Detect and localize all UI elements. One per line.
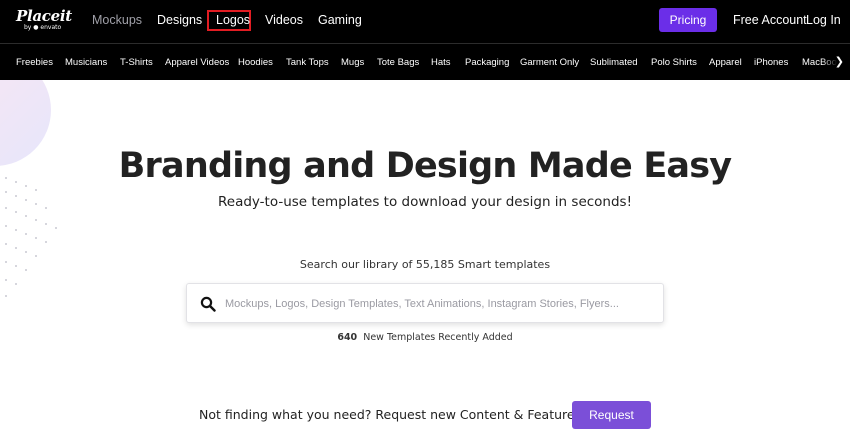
- nav-designs[interactable]: Designs: [157, 13, 202, 27]
- top-navigation: Placeit by ● envato Mockups Designs Logo…: [0, 0, 850, 43]
- nav-videos[interactable]: Videos: [265, 13, 303, 27]
- category-item[interactable]: iPhones: [754, 57, 788, 68]
- placeit-logo[interactable]: Placeit by ● envato: [16, 8, 72, 32]
- chevron-right-icon[interactable]: ❯: [835, 55, 844, 68]
- category-item[interactable]: Polo Shirts: [651, 57, 697, 68]
- nav-gaming[interactable]: Gaming: [318, 13, 362, 27]
- recently-added-text: 640 New Templates Recently Added: [0, 332, 850, 343]
- category-item[interactable]: Packaging: [465, 57, 509, 68]
- category-bar: Freebies Musicians T-Shirts Apparel Vide…: [0, 43, 850, 80]
- hero-title: Branding and Design Made Easy: [118, 146, 732, 186]
- search-input[interactable]: [225, 294, 655, 314]
- hero-subtitle: Ready-to-use templates to download your …: [218, 194, 632, 210]
- request-prompt: Not finding what you need? Request new C…: [199, 407, 582, 422]
- category-item[interactable]: Garment Only: [520, 57, 579, 68]
- search-icon[interactable]: [200, 296, 216, 312]
- category-item[interactable]: Hoodies: [238, 57, 273, 68]
- category-item[interactable]: Apparel: [709, 57, 742, 68]
- category-item[interactable]: Musicians: [65, 57, 107, 68]
- logo-byline: by ● envato: [24, 24, 62, 31]
- nav-mockups[interactable]: Mockups: [92, 13, 142, 27]
- category-item[interactable]: Freebies: [16, 57, 53, 68]
- category-item[interactable]: Sublimated: [590, 57, 638, 68]
- search-box[interactable]: [186, 283, 664, 323]
- category-item[interactable]: T-Shirts: [120, 57, 153, 68]
- category-item[interactable]: Apparel Videos: [165, 57, 229, 68]
- category-item[interactable]: Mugs: [341, 57, 364, 68]
- category-item[interactable]: Tank Tops: [286, 57, 329, 68]
- category-item[interactable]: Tote Bags: [377, 57, 419, 68]
- search-caption: Search our library of 55,185 Smart templ…: [299, 258, 551, 271]
- login-link[interactable]: Log In: [806, 13, 841, 27]
- recent-label: New Templates Recently Added: [363, 332, 513, 343]
- pricing-button[interactable]: Pricing: [659, 8, 717, 32]
- category-item[interactable]: Hats: [431, 57, 451, 68]
- free-account-link[interactable]: Free Account: [733, 13, 807, 27]
- request-button[interactable]: Request: [572, 401, 651, 429]
- recent-count: 640: [337, 332, 358, 343]
- nav-logos[interactable]: Logos: [216, 13, 250, 27]
- logo-wordmark: Placeit: [16, 7, 72, 25]
